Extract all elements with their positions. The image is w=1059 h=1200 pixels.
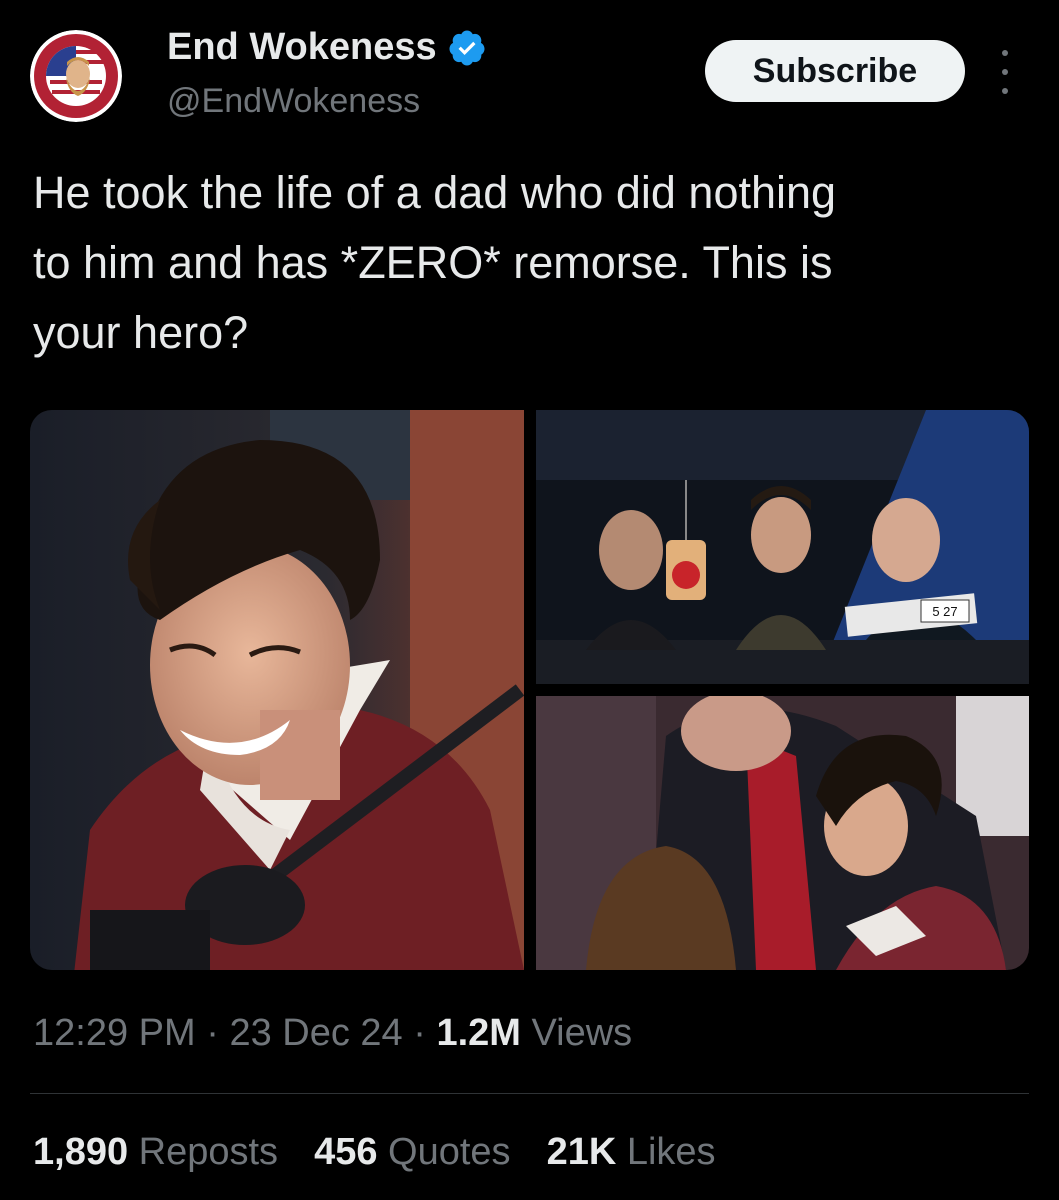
media-grid: 5 27 xyxy=(30,410,1029,970)
subscribe-button[interactable]: Subscribe xyxy=(705,40,965,102)
reposts-stat[interactable]: 1,890 Reposts xyxy=(33,1131,278,1174)
likes-label: Likes xyxy=(626,1131,716,1173)
tweet-time[interactable]: 12:29 PM xyxy=(33,1012,196,1054)
views-count: 1.2M xyxy=(436,1012,521,1054)
likes-count: 21K xyxy=(546,1131,617,1173)
tweet-text: He took the life of a dad who did nothin… xyxy=(33,167,837,358)
engagement-stats: 1,890 Reposts 456 Quotes 21K Likes xyxy=(33,1131,716,1174)
photo-2[interactable]: 5 27 xyxy=(536,410,1029,684)
more-options-icon[interactable] xyxy=(993,50,1017,94)
quotes-count: 456 xyxy=(314,1131,378,1173)
author-name-text: End Wokeness xyxy=(167,26,437,68)
tweet-date[interactable]: 23 Dec 24 xyxy=(229,1012,402,1054)
likes-stat[interactable]: 21K Likes xyxy=(547,1131,716,1174)
author-display-name[interactable]: End Wokeness xyxy=(167,26,487,69)
verified-badge-icon xyxy=(447,28,487,68)
author-handle[interactable]: @EndWokeness xyxy=(167,82,420,121)
reposts-count: 1,890 xyxy=(33,1131,129,1173)
quotes-stat[interactable]: 456 Quotes xyxy=(314,1131,511,1174)
meta-separator: · xyxy=(206,1012,219,1054)
views-label: Views xyxy=(531,1012,633,1054)
tweet-meta: 12:29 PM · 23 Dec 24 · 1.2M Views xyxy=(33,1012,632,1055)
avatar-image xyxy=(30,30,122,122)
photo-3[interactable] xyxy=(536,696,1029,970)
quotes-label: Quotes xyxy=(388,1131,511,1173)
meta-separator: · xyxy=(413,1012,426,1054)
avatar[interactable] xyxy=(30,30,122,122)
plate-text: 5 27 xyxy=(932,604,957,619)
divider xyxy=(30,1093,1029,1094)
reposts-label: Reposts xyxy=(138,1131,279,1173)
photo-1[interactable] xyxy=(30,410,524,970)
